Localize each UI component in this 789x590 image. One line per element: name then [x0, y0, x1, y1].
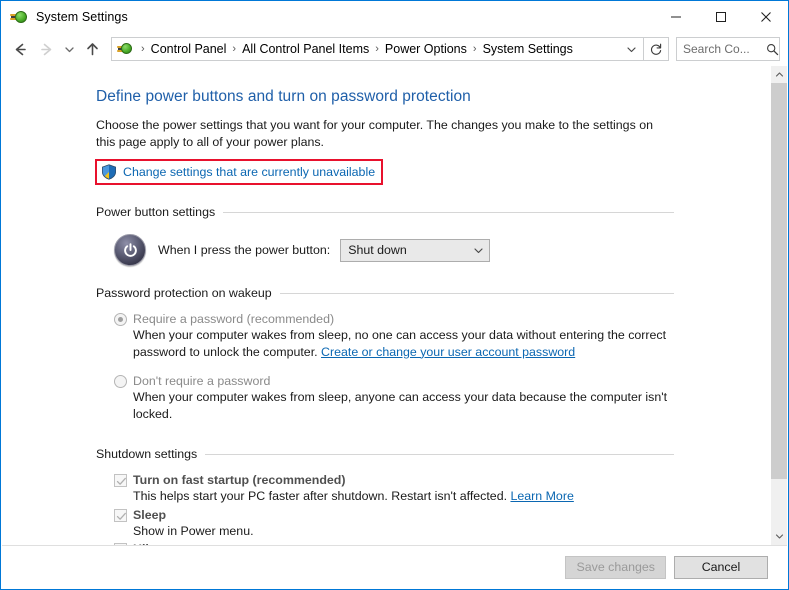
breadcrumb-item-all-control-panel-items[interactable]: All Control Panel Items [240, 42, 371, 56]
breadcrumb-separator: › [472, 43, 477, 55]
power-button-row: When I press the power button: Shut down [96, 234, 674, 266]
option-description: When your computer wakes from sleep, any… [133, 390, 668, 421]
dropdown-value: Shut down [348, 243, 407, 257]
vertical-scrollbar[interactable] [770, 66, 787, 545]
up-arrow-icon[interactable] [79, 36, 105, 62]
breadcrumb-separator: › [141, 43, 145, 55]
power-options-icon [117, 41, 133, 57]
scroll-up-icon[interactable] [771, 66, 787, 83]
radio-require-password[interactable] [114, 313, 127, 326]
power-options-icon [10, 8, 28, 26]
password-protection-heading: Password protection on wakeup [96, 286, 272, 300]
save-changes-button[interactable]: Save changes [565, 555, 666, 579]
section-header: Password protection on wakeup [96, 286, 674, 300]
create-change-password-link[interactable]: Create or change your user account passw… [321, 345, 575, 359]
scroll-down-icon[interactable] [771, 528, 787, 545]
change-settings-highlight-box: Change settings that are currently unava… [95, 159, 384, 185]
shutdown-settings-section: Shutdown settings Turn on fast startup (… [96, 447, 674, 545]
change-settings-link[interactable]: Change settings that are currently unava… [123, 165, 375, 179]
recent-pages-chevron-icon[interactable] [59, 36, 79, 62]
checkbox-row[interactable]: Sleep [114, 507, 674, 523]
power-button-settings-section: Power button settings When I press the p… [96, 205, 674, 266]
section-divider [279, 292, 674, 294]
breadcrumb-item-control-panel[interactable]: Control Panel [149, 42, 229, 56]
close-icon[interactable] [743, 1, 788, 32]
power-button-icon [114, 234, 146, 266]
address-bar: › Control Panel › All Control Panel Item… [1, 32, 788, 66]
section-header: Shutdown settings [96, 447, 674, 461]
power-button-settings-heading: Power button settings [96, 205, 216, 219]
option-row[interactable]: Don't require a password [114, 373, 674, 389]
power-button-action-dropdown[interactable]: Shut down [340, 238, 491, 262]
breadcrumb-separator: › [232, 43, 237, 55]
checkbox-description-text: This helps start your PC faster after sh… [133, 489, 511, 503]
password-options-group: Require a password (recommended) When yo… [96, 311, 674, 422]
minimize-icon[interactable] [653, 1, 698, 32]
scrollbar-thumb[interactable] [771, 83, 787, 479]
footer-bar: Save changes Cancel [2, 545, 787, 588]
settings-content: Define power buttons and turn on passwor… [2, 66, 765, 545]
cancel-button[interactable]: Cancel [674, 555, 768, 579]
checkbox-description: This helps start your PC faster after sh… [114, 488, 674, 505]
shutdown-settings-heading: Shutdown settings [96, 447, 198, 461]
content-area: Define power buttons and turn on passwor… [2, 66, 787, 545]
page-description: Choose the power settings that you want … [96, 118, 653, 149]
refresh-icon[interactable] [643, 37, 668, 61]
checkbox-label: Sleep [133, 507, 167, 522]
checkbox-sleep[interactable] [114, 508, 127, 522]
page-title: Define power buttons and turn on passwor… [96, 88, 471, 105]
shutdown-options-group: Turn on fast startup (recommended) This … [96, 472, 674, 545]
option-dont-require-password[interactable]: Don't require a password When your compu… [114, 373, 674, 422]
section-divider [205, 453, 674, 455]
option-description: When your computer wakes from sleep, no … [114, 327, 690, 360]
checkbox-row[interactable]: Turn on fast startup (recommended) [114, 472, 674, 488]
checkbox-label: Turn on fast startup (recommended) [133, 473, 346, 487]
option-require-password[interactable]: Require a password (recommended) When yo… [114, 311, 674, 360]
breadcrumb-item-system-settings[interactable]: System Settings [481, 42, 575, 56]
caption-buttons [653, 1, 788, 32]
option-label: Require a password (recommended) [133, 312, 335, 326]
back-arrow-icon[interactable] [7, 36, 33, 62]
learn-more-link[interactable]: Learn More [510, 489, 573, 503]
search-icon[interactable] [766, 43, 779, 56]
search-box[interactable] [676, 37, 780, 61]
chevron-down-icon[interactable] [620, 38, 642, 60]
checkbox-description: Show in Power menu. [133, 523, 254, 538]
uac-shield-icon [101, 164, 117, 180]
option-row[interactable]: Require a password (recommended) [114, 311, 674, 327]
chevron-down-icon [467, 245, 489, 256]
checkbox-item-fast-startup[interactable]: Turn on fast startup (recommended) This … [114, 472, 674, 505]
forward-arrow-icon [33, 36, 59, 62]
checkbox-fast-startup[interactable] [114, 474, 127, 487]
section-header: Power button settings [96, 205, 674, 219]
maximize-icon[interactable] [698, 1, 743, 32]
password-protection-section: Password protection on wakeup Require a … [96, 286, 674, 422]
window-title: System Settings [36, 9, 128, 24]
system-settings-window: System Settings › Control Panel › All Co… [0, 0, 789, 590]
breadcrumb[interactable]: › Control Panel › All Control Panel Item… [111, 37, 669, 61]
breadcrumb-item-power-options[interactable]: Power Options [383, 42, 469, 56]
search-input[interactable] [677, 42, 766, 56]
breadcrumb-separator: › [375, 43, 379, 55]
checkbox-item-sleep[interactable]: Sleep Show in Power menu. [114, 507, 674, 540]
option-label: Don't require a password [133, 374, 271, 388]
section-divider [223, 211, 674, 213]
power-button-label: When I press the power button: [158, 243, 331, 257]
title-bar: System Settings [1, 1, 788, 32]
radio-dont-require-password[interactable] [114, 375, 127, 388]
